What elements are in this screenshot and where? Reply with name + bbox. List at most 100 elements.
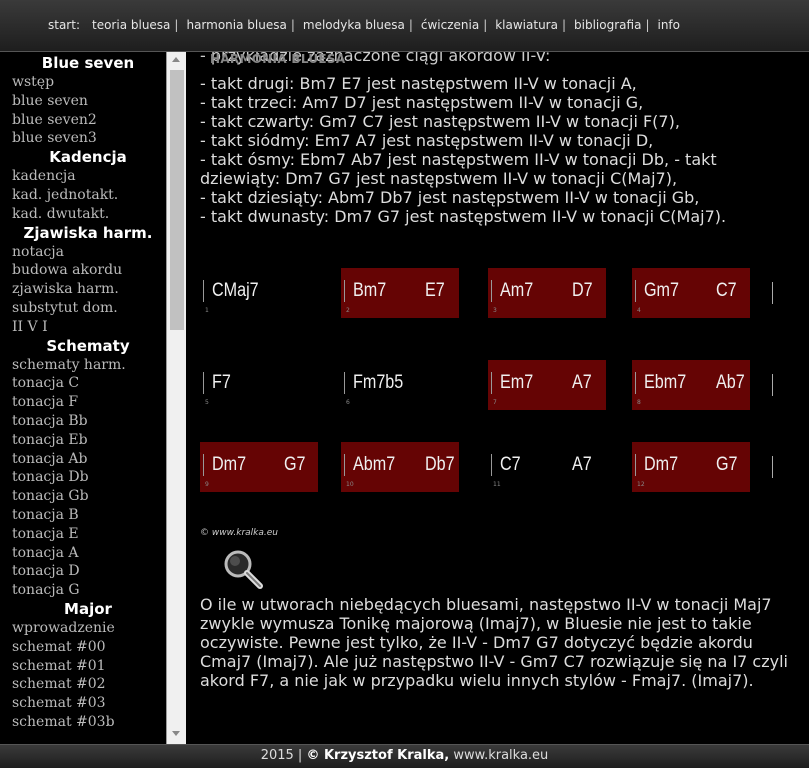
bar-number: 11 (493, 481, 501, 488)
sidebar-link[interactable]: schemat #03 (12, 694, 164, 713)
row-end-barline (772, 282, 773, 304)
footer-author: © Krzysztof Kralka, (306, 748, 450, 763)
bar-number: 4 (637, 307, 641, 314)
chord-symbol: Db7 (425, 454, 455, 475)
chord-cell: Em7 A7 7 (488, 360, 606, 410)
chord-symbol: Bm7 (353, 280, 387, 301)
sidebar-link[interactable]: budowa akordu (12, 261, 164, 280)
chord-cell: C7 A7 11 (488, 442, 606, 492)
nav-separator: | (645, 18, 650, 32)
sidebar-link[interactable]: tonacja E (12, 525, 164, 544)
sidebar-link[interactable]: wstęp (12, 73, 164, 92)
sidebar-link[interactable]: schemat #00 (12, 638, 164, 657)
scrollbar-thumb[interactable] (170, 70, 184, 330)
sidebar-section-title: Zjawiska harm. (23, 223, 153, 242)
chord-symbol: Dm7 (212, 454, 247, 475)
sidebar-link[interactable]: blue seven3 (12, 129, 164, 148)
description-line: - takt czwarty: Gm7 C7 jest następstwem … (200, 112, 680, 131)
sidebar-link[interactable]: schemat #03b (12, 713, 164, 732)
chord-symbol: Am7 (500, 280, 534, 301)
sidebar-link[interactable]: blue seven2 (12, 111, 164, 130)
sidebar-link[interactable]: schemat #02 (12, 675, 164, 694)
bar-number: 10 (346, 481, 354, 488)
sidebar-link[interactable]: schemat #01 (12, 657, 164, 676)
row-end-barline (772, 374, 773, 396)
nav-separator: | (290, 18, 295, 32)
nav-separator: | (561, 18, 567, 32)
description-line: - takt dwunasty: Dm7 G7 jest następstwem… (200, 207, 727, 226)
bar-line (491, 372, 492, 394)
sidebar-link[interactable]: tonacja Ab (12, 450, 164, 469)
sidebar-link[interactable]: kadencja (12, 167, 164, 186)
sidebar-link[interactable]: kad. dwutakt. (12, 205, 164, 224)
description-line: - takt ósmy: Ebm7 Ab7 jest następstwem I… (200, 150, 717, 188)
sidebar-menu: Blue seven wstęp blue seven blue seven2 blue… (12, 54, 164, 732)
sidebar-link[interactable]: wprowadzenie (12, 619, 164, 638)
sidebar-link[interactable]: substytut dom. (12, 299, 164, 318)
sidebar-link[interactable]: II V I (12, 318, 164, 337)
nav-item-7[interactable]: info (657, 18, 680, 32)
nav-item-1[interactable]: teoria bluesa (92, 18, 170, 32)
sidebar-link[interactable]: kad. jednotakt. (12, 186, 164, 205)
description-line: - takt trzeci: Am7 D7 jest następstwem I… (200, 93, 644, 112)
chord-symbol: C7 (716, 280, 737, 301)
bar-number: 3 (493, 307, 497, 314)
sidebar-link[interactable]: tonacja Db (12, 468, 164, 487)
nav-item-0[interactable]: start: (48, 18, 80, 32)
bar-line (491, 454, 492, 476)
sidebar-link[interactable]: tonacja B (12, 506, 164, 525)
sidebar-link[interactable]: notacja (12, 243, 164, 262)
chord-cell: Gm7 C7 4 (632, 268, 750, 318)
scroll-up-arrow-icon[interactable] (172, 57, 180, 62)
sidebar-link[interactable]: tonacja A (12, 544, 164, 563)
sidebar-link[interactable]: tonacja F (12, 393, 164, 412)
nav-separator: | (174, 18, 179, 32)
sidebar-scrollbar[interactable] (166, 52, 186, 744)
bar-line (203, 372, 204, 394)
bar-line (203, 280, 204, 302)
sidebar-link[interactable]: zjawiska harm. (12, 280, 164, 299)
chord-symbol: F7 (212, 372, 231, 393)
chord-symbol: E7 (425, 280, 445, 301)
sidebar-link[interactable]: tonacja Gb (12, 487, 164, 506)
bar-number: 1 (205, 307, 209, 314)
description-line: - takt drugi: Bm7 E7 jest następstwem II… (200, 74, 637, 93)
magnifier-icon[interactable] (220, 546, 266, 592)
sidebar-link[interactable]: schematy harm. (12, 356, 164, 375)
sidebar-link[interactable]: tonacja Bb (12, 412, 164, 431)
footer-separator: | (297, 748, 303, 763)
chord-symbol: G7 (716, 454, 738, 475)
sidebar-link[interactable]: tonacja C (12, 374, 164, 393)
chord-cell: Abm7 Db7 10 (341, 442, 459, 492)
chord-chart: CMaj7 1 Bm7 E7 2 Am7 D7 3 Gm7 C7 4 F7 5 Fm7b5 6 Em7 A7 7 E… (200, 268, 780, 498)
sidebar-link[interactable]: blue seven (12, 92, 164, 111)
chord-symbol: C7 (500, 454, 521, 475)
nav-item-5[interactable]: klawiatura (495, 18, 558, 32)
sidebar-link[interactable]: tonacja Eb (12, 431, 164, 450)
chord-symbol: Em7 (500, 372, 534, 393)
bar-line (203, 454, 204, 476)
nav-item-2[interactable]: harmonia bluesa (186, 18, 286, 32)
footer-year: 2015 (260, 748, 294, 763)
bar-line (635, 372, 636, 394)
bar-number: 6 (346, 399, 350, 406)
nav-separator: | (408, 18, 413, 32)
chord-symbol: CMaj7 (212, 280, 259, 301)
bar-number: 5 (205, 399, 209, 406)
chart-watermark: © www.kralka.eu (200, 528, 278, 538)
sidebar-section-title: Major (64, 599, 112, 618)
sidebar: Blue seven wstęp blue seven blue seven2 blue… (0, 52, 186, 744)
chord-symbol: Abm7 (353, 454, 396, 475)
bar-number: 12 (637, 481, 645, 488)
nav-item-3[interactable]: melodyka bluesa (303, 18, 405, 32)
footer-site-link[interactable]: www.kralka.eu (453, 748, 548, 763)
sidebar-section-title: Schematy (46, 336, 130, 355)
sidebar-link[interactable]: tonacja G (12, 581, 164, 600)
chord-cell: Am7 D7 3 (488, 268, 606, 318)
scroll-down-arrow-icon[interactable] (172, 731, 180, 736)
sidebar-link[interactable]: tonacja D (12, 562, 164, 581)
chord-cell: Dm7 G7 9 (200, 442, 318, 492)
nav-item-6[interactable]: bibliografia (574, 18, 641, 32)
nav-item-4[interactable]: ćwiczenia (421, 18, 479, 32)
chord-symbol: Gm7 (644, 280, 680, 301)
